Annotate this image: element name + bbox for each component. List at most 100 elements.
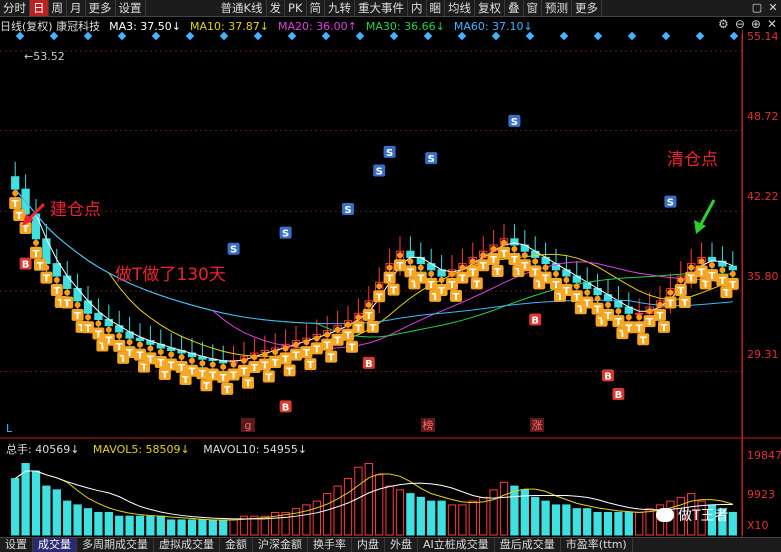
- volume-bar: [208, 519, 217, 536]
- t-dot: [646, 308, 653, 315]
- t-badge: T: [307, 360, 314, 371]
- ma60-line: [14, 188, 733, 325]
- t-badge: T: [688, 274, 695, 285]
- t-badge: T: [286, 366, 293, 377]
- t-dot: [293, 341, 299, 348]
- t-dot: [501, 239, 507, 246]
- t-dot: [542, 264, 549, 271]
- volume-bar: [302, 504, 311, 536]
- t-dot: [189, 357, 195, 364]
- volume-bar: [479, 496, 488, 536]
- volume-bar: [447, 504, 457, 536]
- watermark: 做T王者: [656, 505, 729, 525]
- t-badge: T: [53, 286, 60, 297]
- event-diamond: [729, 31, 739, 41]
- t-badge: T: [677, 286, 684, 297]
- t-badge: T: [453, 292, 460, 303]
- t-dot: [95, 320, 102, 327]
- volume-tick: 9923: [747, 488, 775, 501]
- indicator-tab[interactable]: 虚拟成交量: [154, 538, 220, 552]
- t-badge: T: [480, 261, 487, 272]
- t-dot: [521, 252, 528, 259]
- indicator-tab[interactable]: 沪深金额: [253, 538, 308, 552]
- candle-body: [406, 250, 415, 258]
- t-badge: T: [203, 381, 210, 392]
- t-dot: [563, 277, 570, 284]
- volume-bar: [468, 500, 477, 536]
- t-badge: T: [126, 348, 133, 359]
- t-dot: [532, 258, 539, 265]
- t-dot: [178, 354, 185, 361]
- t-badge: T: [265, 373, 272, 384]
- event-diamond: [117, 31, 127, 41]
- event-diamond: [15, 31, 25, 41]
- event-diamond: [695, 31, 705, 41]
- candle-body: [63, 275, 72, 289]
- indicator-tab[interactable]: 换手率: [308, 538, 352, 552]
- volume-bar: [375, 474, 384, 536]
- t-dot: [345, 321, 351, 328]
- indicator-tab[interactable]: 市盈率(ttm): [561, 538, 633, 552]
- volume-bar: [135, 515, 145, 536]
- t-dot: [251, 354, 258, 361]
- t-badge: T: [209, 370, 216, 381]
- t-dot: [376, 283, 383, 290]
- indicator-tab[interactable]: AI立桩成交量: [418, 538, 495, 552]
- t-dot: [168, 351, 175, 358]
- volume-bar: [583, 508, 592, 536]
- t-badge: T: [161, 370, 168, 381]
- t-dot: [677, 277, 684, 284]
- volume-bar: [11, 478, 20, 536]
- t-badge: T: [511, 255, 518, 266]
- indicator-tab[interactable]: 外盘: [385, 538, 418, 552]
- t-dot: [12, 190, 19, 197]
- event-diamond: [151, 31, 161, 41]
- volume-bar: [323, 493, 332, 536]
- price-tick: 55.14: [747, 30, 779, 43]
- t-dot: [365, 301, 372, 308]
- t-badge: T: [230, 370, 237, 381]
- t-dot: [584, 289, 591, 296]
- candle-body: [52, 263, 61, 277]
- indicator-tab[interactable]: 成交量: [33, 538, 77, 552]
- volume-bar: [416, 496, 425, 536]
- t-dot: [417, 264, 424, 271]
- t-badge: T: [376, 292, 383, 303]
- indicator-tab[interactable]: 盘后成交量: [495, 538, 561, 552]
- b-badge: B: [604, 371, 612, 382]
- indicator-tab[interactable]: 设置: [0, 538, 33, 552]
- indicator-tab[interactable]: 内盘: [352, 538, 385, 552]
- t-dot: [407, 258, 414, 265]
- t-badge: T: [303, 348, 310, 359]
- t-dot: [553, 270, 559, 277]
- event-diamond: [457, 31, 467, 41]
- volume-bar: [63, 500, 72, 536]
- t-dot: [74, 301, 81, 308]
- t-badge: T: [12, 199, 19, 210]
- t-badge: T: [667, 298, 674, 309]
- t-badge: T: [16, 211, 23, 222]
- volume-bar: [395, 489, 405, 536]
- t-badge: T: [615, 317, 622, 328]
- volume-bar: [31, 470, 41, 536]
- price-axis: 55.14 48.72 42.22 35.80 29.31: [742, 30, 781, 440]
- t-badge: T: [334, 336, 341, 347]
- volume-header: 总手: 40569↓ MAVOL5: 58509↓ MAVOL10: 54955…: [6, 441, 317, 457]
- s-badge: S: [428, 154, 435, 165]
- indicator-tab[interactable]: 金额: [220, 538, 253, 552]
- event-marker: g: [245, 419, 252, 432]
- t-dot: [241, 357, 247, 364]
- candle-body: [520, 244, 529, 252]
- volume-tick: 19847: [747, 449, 781, 462]
- t-badge: T: [189, 367, 196, 378]
- t-badge: T: [657, 311, 664, 322]
- indicator-tab[interactable]: 多周期成交量: [77, 538, 154, 552]
- volume-bar: [635, 511, 644, 536]
- t-badge: T: [438, 286, 445, 297]
- t-badge: T: [473, 279, 480, 290]
- indicator-tabs: 设置 成交量 多周期成交量 虚拟成交量 金额 沪深金额 换手率 内盘 外盘 AI立桩成交量 盘后成交…: [0, 537, 781, 552]
- volume-bar: [364, 463, 373, 536]
- s-badge: S: [511, 117, 518, 128]
- watermark-text: 做T王者: [678, 508, 729, 524]
- event-diamond: [491, 31, 501, 41]
